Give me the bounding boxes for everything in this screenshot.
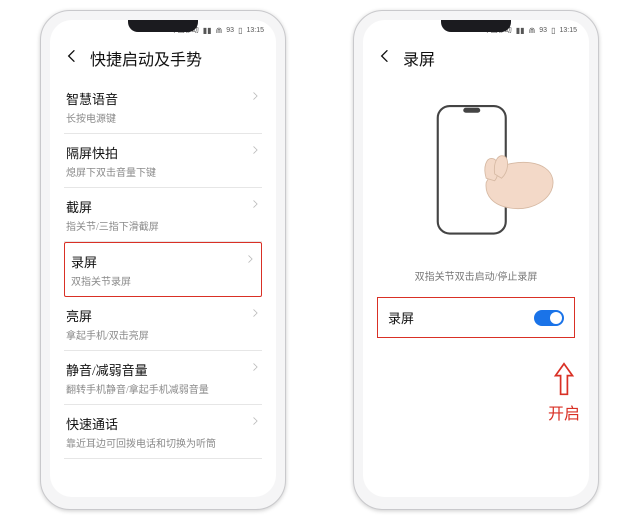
chevron-right-icon	[250, 414, 260, 426]
chevron-right-icon	[250, 306, 260, 318]
settings-item-subtitle: 翻转手机静音/拿起手机减弱音量	[66, 381, 209, 396]
settings-item[interactable]: 快速通话靠近耳边可回拨电话和切换为听筒	[64, 405, 262, 459]
settings-item[interactable]: 录屏双指关节录屏	[64, 242, 262, 297]
back-button[interactable]	[377, 48, 393, 69]
wifi-icon: ⋒	[529, 26, 536, 35]
page-title: 录屏	[403, 46, 435, 70]
phone-right: 中国移动 ▮▮ ⋒ 93 ▯ 13:15 录屏	[353, 10, 599, 510]
gesture-illustration	[363, 84, 589, 264]
page-header: 录屏	[363, 40, 589, 80]
settings-item-subtitle: 拿起手机/双击亮屏	[66, 327, 149, 342]
settings-item[interactable]: 截屏指关节/三指下滑截屏	[64, 188, 262, 242]
signal-icon: ▮▮	[203, 26, 212, 35]
chevron-right-icon	[250, 197, 260, 209]
phone-left: 中国移动 ▮▮ ⋒ 93 ▯ 13:15 快捷启动及手势 智慧语音长按电源键隔屏…	[40, 10, 286, 510]
page-header: 快捷启动及手势	[50, 40, 276, 80]
status-time: 13:15	[559, 27, 577, 34]
record-toggle-label: 录屏	[388, 308, 414, 327]
annotation-enable: 开启	[548, 362, 580, 424]
record-toggle-switch[interactable]	[534, 310, 564, 326]
settings-item-title: 亮屏	[66, 306, 149, 325]
settings-item-title: 隔屏快拍	[66, 143, 156, 162]
chevron-right-icon	[250, 89, 260, 101]
battery-icon: ▯	[238, 26, 242, 35]
phone-notch	[441, 20, 511, 32]
wifi-icon: ⋒	[216, 26, 223, 35]
status-battery: 93	[226, 27, 234, 34]
status-time: 13:15	[246, 27, 264, 34]
chevron-right-icon	[250, 360, 260, 372]
gesture-caption: 双指关节双击启动/停止录屏	[363, 264, 589, 297]
settings-item-subtitle: 指关节/三指下滑截屏	[66, 218, 159, 233]
arrow-up-icon	[553, 362, 575, 396]
chevron-right-icon	[245, 252, 255, 264]
settings-item[interactable]: 智慧语音长按电源键	[64, 80, 262, 134]
settings-item-title: 录屏	[71, 252, 131, 271]
screen-left: 中国移动 ▮▮ ⋒ 93 ▯ 13:15 快捷启动及手势 智慧语音长按电源键隔屏…	[50, 20, 276, 497]
settings-item-title: 截屏	[66, 197, 159, 216]
battery-icon: ▯	[551, 26, 555, 35]
settings-item-title: 静音/减弱音量	[66, 360, 209, 379]
phone-notch	[128, 20, 198, 32]
settings-item-title: 快速通话	[66, 414, 216, 433]
chevron-right-icon	[250, 143, 260, 155]
settings-item[interactable]: 静音/减弱音量翻转手机静音/拿起手机减弱音量	[64, 351, 262, 405]
annotation-label: 开启	[548, 400, 580, 424]
settings-item-title: 智慧语音	[66, 89, 118, 108]
settings-item-subtitle: 靠近耳边可回拨电话和切换为听筒	[66, 435, 216, 450]
back-button[interactable]	[64, 48, 80, 69]
settings-list: 智慧语音长按电源键隔屏快拍熄屏下双击音量下键截屏指关节/三指下滑截屏录屏双指关节…	[50, 80, 276, 459]
settings-item[interactable]: 隔屏快拍熄屏下双击音量下键	[64, 134, 262, 188]
signal-icon: ▮▮	[516, 26, 525, 35]
status-battery: 93	[539, 27, 547, 34]
settings-item-subtitle: 长按电源键	[66, 110, 118, 125]
page-title: 快捷启动及手势	[90, 46, 202, 70]
settings-item[interactable]: 亮屏拿起手机/双击亮屏	[64, 297, 262, 351]
settings-item-subtitle: 双指关节录屏	[71, 273, 131, 288]
settings-item-subtitle: 熄屏下双击音量下键	[66, 164, 156, 179]
record-toggle-row[interactable]: 录屏	[377, 297, 575, 338]
screen-right: 中国移动 ▮▮ ⋒ 93 ▯ 13:15 录屏	[363, 20, 589, 497]
